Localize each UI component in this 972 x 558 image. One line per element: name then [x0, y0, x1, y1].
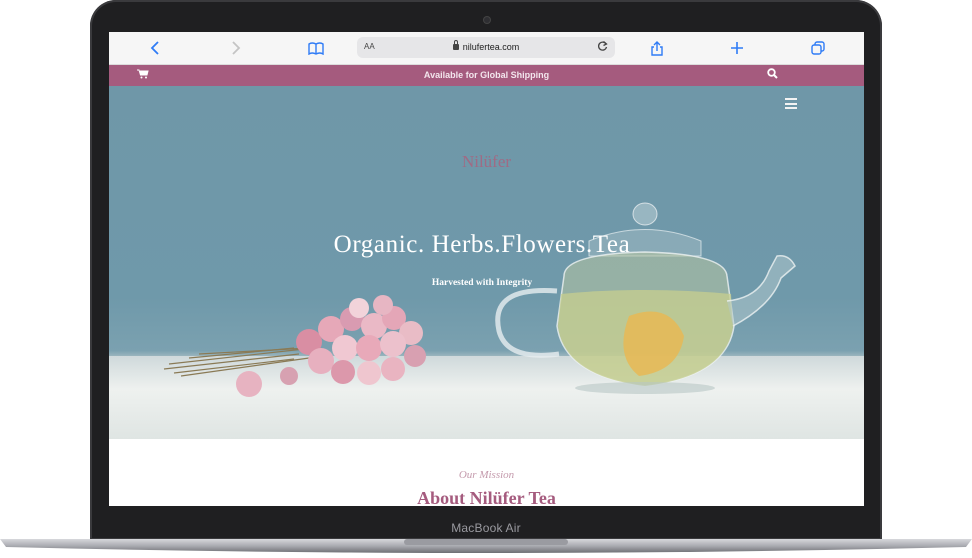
- mission-label: Our Mission: [458, 469, 515, 481]
- url-value: nilufertea.com: [462, 42, 520, 52]
- address-bar[interactable]: AA nilufertea.com: [357, 37, 615, 58]
- tabs-icon[interactable]: [808, 38, 828, 58]
- hero-subtitle: Harvested with Integrity: [431, 278, 533, 288]
- flower-bouquet: [236, 295, 426, 397]
- camera-icon: [484, 17, 490, 23]
- share-icon[interactable]: [647, 38, 667, 58]
- laptop-base: [0, 537, 972, 558]
- about-heading: About Nilüfer Tea: [417, 488, 556, 506]
- new-tab-icon[interactable]: [727, 38, 747, 58]
- search-icon[interactable]: [767, 65, 778, 86]
- browser-toolbar: AA nilufertea.com: [109, 32, 864, 65]
- hero-title: Organic. Herbs.Flowers.Tea: [333, 231, 631, 258]
- forward-chevron-icon[interactable]: [226, 38, 246, 58]
- device-label: MacBook Air: [451, 521, 521, 535]
- promo-bar: Available for Global Shipping: [109, 65, 864, 86]
- menu-icon[interactable]: [785, 98, 797, 112]
- screen: AA nilufertea.com Available for Global S…: [109, 32, 864, 506]
- cart-icon[interactable]: [137, 65, 149, 86]
- url-text: nilufertea.com: [357, 40, 615, 52]
- promo-text: Available for Global Shipping: [423, 70, 550, 80]
- hero-section: Nilüfer Organic. Herbs.Flowers.Tea Harve…: [109, 86, 864, 439]
- lock-icon: [452, 40, 459, 50]
- reload-icon[interactable]: [597, 40, 608, 55]
- back-chevron-icon[interactable]: [145, 38, 165, 58]
- hero-image: [163, 202, 796, 397]
- bookmarks-icon[interactable]: [306, 38, 326, 58]
- site-logo[interactable]: Nilüfer: [109, 152, 864, 172]
